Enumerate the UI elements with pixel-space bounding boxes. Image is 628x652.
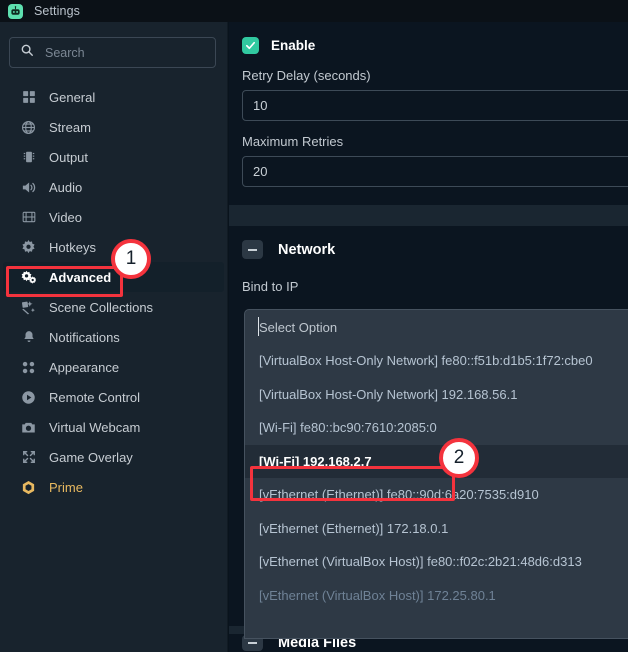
sidebar-item-notifications[interactable]: Notifications bbox=[3, 322, 224, 352]
enable-row: Enable bbox=[242, 37, 615, 54]
sidebar-item-stream[interactable]: Stream bbox=[3, 112, 224, 142]
dropdown-option-vethernet-vbox-fe80[interactable]: [vEthernet (VirtualBox Host)] fe80::f02c… bbox=[245, 545, 628, 579]
sidebar-item-output[interactable]: Output bbox=[3, 142, 224, 172]
maximum-retries-input[interactable] bbox=[242, 156, 628, 187]
text-caret bbox=[258, 317, 259, 336]
dots-icon bbox=[20, 359, 37, 376]
sidebar-item-appearance[interactable]: Appearance bbox=[3, 352, 224, 382]
annotation-badge-2: 2 bbox=[439, 438, 479, 478]
search-input[interactable] bbox=[45, 46, 205, 60]
sidebar-item-label: Virtual Webcam bbox=[49, 420, 140, 435]
dropdown-option-vbox-hostonly-fe80[interactable]: [VirtualBox Host-Only Network] fe80::f51… bbox=[245, 344, 628, 378]
sidebar-item-label: Audio bbox=[49, 180, 82, 195]
dropdown-option-label: [VirtualBox Host-Only Network] 192.168.5… bbox=[259, 387, 517, 402]
sidebar-item-remote-control[interactable]: Remote Control bbox=[3, 382, 224, 412]
grid-icon bbox=[20, 89, 37, 106]
dropdown-option-label: [vEthernet (VirtualBox Host)] 172.25.80.… bbox=[259, 588, 496, 603]
sidebar-item-scene-collections[interactable]: Scene Collections bbox=[3, 292, 224, 322]
retry-delay-label: Retry Delay (seconds) bbox=[242, 68, 615, 83]
dropdown-option-label: [vEthernet (Ethernet)] fe80::90d:6a20:75… bbox=[259, 487, 539, 502]
dropdown-option-vbox-hostonly-192-168-56-1[interactable]: [VirtualBox Host-Only Network] 192.168.5… bbox=[245, 378, 628, 412]
sidebar-item-label: Stream bbox=[49, 120, 91, 135]
sidebar-item-label: General bbox=[49, 90, 95, 105]
dropdown-placeholder[interactable]: Select Option bbox=[245, 310, 628, 344]
bind-to-ip-dropdown[interactable]: Select Option [VirtualBox Host-Only Netw… bbox=[244, 309, 628, 639]
sidebar-item-label: Appearance bbox=[49, 360, 119, 375]
network-section-header: Network bbox=[242, 240, 615, 259]
maximum-retries-label: Maximum Retries bbox=[242, 134, 615, 149]
title-bar: Settings bbox=[0, 0, 628, 22]
gears-icon bbox=[20, 269, 37, 286]
network-section-title: Network bbox=[278, 242, 335, 258]
sidebar-item-label: Output bbox=[49, 150, 88, 165]
dropdown-option-label: [VirtualBox Host-Only Network] fe80::f51… bbox=[259, 353, 593, 368]
sidebar-item-label: Hotkeys bbox=[49, 240, 96, 255]
sidebar-item-audio[interactable]: Audio bbox=[3, 172, 224, 202]
sidebar-item-label: Game Overlay bbox=[49, 450, 133, 465]
dropdown-option-label: [Wi-Fi] fe80::bc90:7610:2085:0 bbox=[259, 420, 437, 435]
expand-icon bbox=[20, 449, 37, 466]
dropdown-option-label: [vEthernet (VirtualBox Host)] fe80::f02c… bbox=[259, 554, 582, 569]
dropdown-option-label: [vEthernet (Ethernet)] 172.18.0.1 bbox=[259, 521, 448, 536]
sidebar-item-general[interactable]: General bbox=[3, 82, 224, 112]
prime-icon bbox=[20, 479, 37, 496]
sidebar-item-label: Advanced bbox=[49, 270, 111, 285]
bind-to-ip-label: Bind to IP bbox=[242, 279, 615, 294]
dropdown-option-label: [Wi-Fi] 192.168.2.7 bbox=[259, 454, 372, 469]
sidebar-nav: General Stream bbox=[0, 82, 227, 502]
section-gap bbox=[229, 205, 628, 226]
streamlabs-robot-icon bbox=[8, 4, 23, 19]
dropdown-option-vethernet-ethernet-172-18-0-1[interactable]: [vEthernet (Ethernet)] 172.18.0.1 bbox=[245, 512, 628, 546]
bell-icon bbox=[20, 329, 37, 346]
settings-sidebar: General Stream bbox=[0, 22, 228, 652]
window-title: Settings bbox=[34, 4, 80, 18]
camera-icon bbox=[20, 419, 37, 436]
sidebar-item-label: Notifications bbox=[49, 330, 120, 345]
sidebar-item-video[interactable]: Video bbox=[3, 202, 224, 232]
play-circle-icon bbox=[20, 389, 37, 406]
sidebar-item-game-overlay[interactable]: Game Overlay bbox=[3, 442, 224, 472]
collapse-network-button[interactable] bbox=[242, 240, 263, 259]
annotation-badge-1: 1 bbox=[111, 239, 151, 279]
globe-icon bbox=[20, 119, 37, 136]
enable-checkbox[interactable] bbox=[242, 37, 259, 54]
search-icon bbox=[20, 43, 34, 62]
dropdown-placeholder-label: Select Option bbox=[259, 320, 337, 335]
chip-icon bbox=[20, 149, 37, 166]
dropdown-option-vethernet-ethernet-fe80[interactable]: [vEthernet (Ethernet)] fe80::90d:6a20:75… bbox=[245, 478, 628, 512]
enable-label: Enable bbox=[271, 38, 315, 53]
film-icon bbox=[20, 209, 37, 226]
retry-delay-input[interactable] bbox=[242, 90, 628, 121]
sidebar-item-label: Remote Control bbox=[49, 390, 140, 405]
gear-icon bbox=[20, 239, 37, 256]
dropdown-option-wifi-192-168-2-7[interactable]: [Wi-Fi] 192.168.2.7 bbox=[245, 445, 628, 479]
reconnect-card: Enable Retry Delay (seconds) Maximum Ret… bbox=[229, 22, 628, 205]
dropdown-option-wifi-fe80[interactable]: [Wi-Fi] fe80::bc90:7610:2085:0 bbox=[245, 411, 628, 445]
settings-window: Settings General bbox=[0, 0, 628, 652]
dropdown-option-vethernet-vbox-172-25-80-1[interactable]: [vEthernet (VirtualBox Host)] 172.25.80.… bbox=[245, 579, 628, 613]
speaker-icon bbox=[20, 179, 37, 196]
sidebar-item-virtual-webcam[interactable]: Virtual Webcam bbox=[3, 412, 224, 442]
sidebar-item-label: Scene Collections bbox=[49, 300, 153, 315]
sidebar-item-label: Prime bbox=[49, 480, 83, 495]
search-box[interactable] bbox=[9, 37, 216, 68]
sidebar-item-prime[interactable]: Prime bbox=[3, 472, 224, 502]
collections-icon bbox=[20, 299, 37, 316]
sidebar-item-label: Video bbox=[49, 210, 82, 225]
